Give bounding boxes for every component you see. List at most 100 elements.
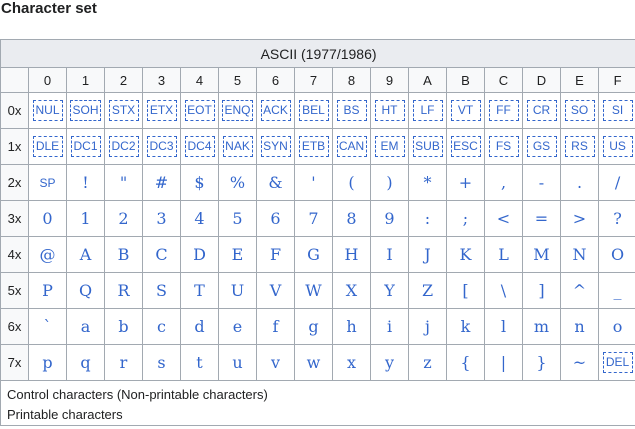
control-char-link[interactable]: BS (336, 100, 367, 121)
control-char-link[interactable]: GS (526, 136, 557, 157)
control-char-link[interactable]: LF (412, 100, 443, 121)
char-link[interactable]: { (460, 353, 470, 372)
char-link[interactable]: 3 (156, 209, 166, 228)
char-link[interactable]: 0 (42, 209, 52, 228)
char-link[interactable]: ! (82, 173, 88, 192)
char-link[interactable]: u (232, 353, 242, 372)
char-link[interactable]: W (305, 281, 321, 300)
char-link[interactable]: V (270, 281, 282, 300)
char-link[interactable]: ? (613, 209, 622, 228)
char-link[interactable]: c (157, 317, 166, 336)
control-char-link[interactable]: NAK (222, 136, 253, 157)
char-link[interactable]: g (308, 317, 318, 336)
char-link[interactable]: ; (463, 209, 468, 228)
control-char-link[interactable]: SYN (260, 136, 291, 157)
char-link[interactable]: S (156, 281, 167, 300)
control-char-link[interactable]: DEL (602, 352, 633, 373)
char-link[interactable]: a (81, 317, 91, 336)
control-char-link[interactable]: FF (488, 100, 519, 121)
char-link[interactable]: h (346, 317, 356, 336)
char-link[interactable]: $ (194, 173, 204, 192)
char-link[interactable]: L (498, 245, 509, 264)
char-link[interactable]: ( (348, 173, 354, 192)
char-link[interactable]: T (194, 281, 205, 300)
control-char-link[interactable]: EM (374, 136, 405, 157)
char-link[interactable]: d (194, 317, 204, 336)
control-char-link[interactable]: NUL (32, 100, 63, 121)
char-link[interactable]: p (42, 353, 52, 372)
char-link[interactable]: e (233, 317, 242, 336)
control-char-link[interactable]: ESC (450, 136, 481, 157)
control-char-link[interactable]: ENQ (222, 100, 253, 121)
char-link[interactable]: G (307, 245, 320, 264)
char-link[interactable]: , (501, 173, 506, 192)
char-link[interactable]: y (385, 353, 394, 372)
control-char-link[interactable]: ETX (146, 100, 177, 121)
char-link[interactable]: D (193, 245, 206, 264)
control-char-link[interactable]: EOT (184, 100, 215, 121)
char-link[interactable]: x (347, 353, 356, 372)
char-link[interactable]: O (611, 245, 624, 264)
char-link[interactable]: Y (384, 281, 395, 300)
char-link[interactable]: z (423, 353, 431, 372)
char-link[interactable]: q (80, 353, 90, 372)
char-link[interactable]: E (232, 245, 244, 264)
char-link[interactable]: N (573, 245, 587, 264)
char-link[interactable]: * (424, 173, 432, 192)
char-link[interactable]: [ (462, 281, 468, 300)
control-char-link[interactable]: US (602, 136, 633, 157)
control-char-link[interactable]: RS (564, 136, 595, 157)
char-link[interactable]: : (425, 209, 430, 228)
control-char-link[interactable]: SUB (412, 136, 443, 157)
control-char-link[interactable]: SOH (70, 100, 101, 121)
control-char-link[interactable]: HT (374, 100, 405, 121)
char-link[interactable]: 5 (232, 209, 242, 228)
char-link[interactable]: t (196, 353, 202, 372)
control-char-link[interactable]: VT (450, 100, 481, 121)
char-link[interactable]: K (460, 245, 472, 264)
char-link[interactable]: \ (501, 281, 506, 300)
char-link[interactable]: ' (311, 173, 315, 192)
char-link[interactable]: 6 (270, 209, 280, 228)
control-char-link[interactable]: DC3 (146, 136, 177, 157)
char-link[interactable]: B (118, 245, 130, 264)
char-link[interactable]: i (387, 317, 392, 336)
char-link[interactable]: & (268, 173, 282, 192)
char-link[interactable]: k (461, 317, 471, 336)
control-char-link[interactable]: CR (526, 100, 557, 121)
char-link[interactable]: U (231, 281, 244, 300)
char-link[interactable]: Z (422, 281, 433, 300)
control-char-link[interactable]: DLE (32, 136, 63, 157)
char-link[interactable]: o (613, 317, 623, 336)
control-char-link[interactable]: ETB (298, 136, 329, 157)
char-link[interactable]: l (501, 317, 506, 336)
char-link[interactable]: - (539, 173, 544, 192)
char-link[interactable]: P (42, 281, 53, 300)
control-char-link[interactable]: FS (488, 136, 519, 157)
char-link[interactable]: 2 (118, 209, 128, 228)
char-link[interactable]: C (155, 245, 167, 264)
char-link[interactable]: n (574, 317, 584, 336)
char-link[interactable]: I (386, 245, 392, 264)
char-link[interactable]: + (459, 173, 472, 192)
char-link[interactable]: " (120, 173, 127, 192)
char-link[interactable]: 7 (308, 209, 318, 228)
char-link[interactable]: s (157, 353, 165, 372)
char-link[interactable]: ^ (573, 281, 586, 300)
char-link[interactable]: Q (79, 281, 92, 300)
char-link[interactable]: ) (386, 173, 392, 192)
char-link[interactable]: X (346, 281, 357, 300)
char-link[interactable]: b (118, 317, 128, 336)
char-link[interactable]: 1 (80, 209, 90, 228)
control-char-link[interactable]: DC1 (70, 136, 101, 157)
control-char-link[interactable]: SO (564, 100, 595, 121)
char-link[interactable]: 4 (194, 209, 204, 228)
char-link[interactable]: / (615, 173, 620, 192)
control-char-link[interactable]: DC4 (184, 136, 215, 157)
control-char-link[interactable]: DC2 (108, 136, 139, 157)
char-link[interactable]: M (533, 245, 549, 264)
char-link[interactable]: R (117, 281, 129, 300)
char-link[interactable]: m (534, 317, 549, 336)
char-link[interactable]: 9 (384, 209, 394, 228)
control-char-link[interactable]: BEL (298, 100, 329, 121)
